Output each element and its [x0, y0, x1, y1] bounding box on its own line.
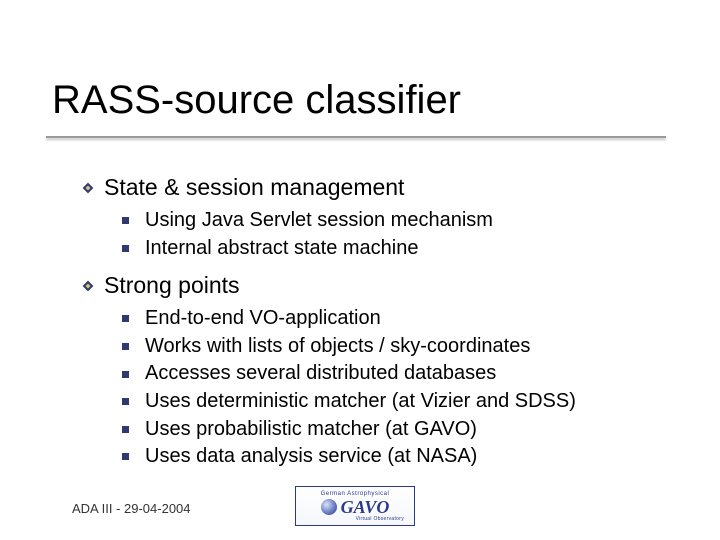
- square-bullet-icon: [122, 453, 129, 460]
- list-item: Works with lists of objects / sky-coordi…: [122, 333, 682, 361]
- list-item-text: End-to-end VO-application: [145, 305, 381, 333]
- list-item-text: Internal abstract state machine: [145, 235, 418, 263]
- footer-text: ADA III - 29-04-2004: [72, 501, 191, 516]
- square-bullet-icon: [122, 426, 129, 433]
- section-state-session: State & session management Using Java Se…: [82, 174, 682, 262]
- list-item: End-to-end VO-application: [122, 305, 682, 333]
- square-bullet-icon: [122, 343, 129, 350]
- globe-icon: [321, 499, 337, 515]
- square-bullet-icon: [122, 371, 129, 378]
- list-item-text: Uses data analysis service (at NASA): [145, 443, 477, 471]
- list-item: Accesses several distributed databases: [122, 360, 682, 388]
- diamond-bullet-icon: [82, 280, 94, 292]
- logo-main-row: GAVO: [321, 498, 390, 516]
- logo-top-text: German Astrophysical: [321, 491, 390, 497]
- section-header-text: State & session management: [104, 174, 404, 201]
- list-item: Using Java Servlet session mechanism: [122, 207, 682, 235]
- sub-list: Using Java Servlet session mechanism Int…: [122, 207, 682, 262]
- title-underline: [46, 136, 666, 138]
- list-item-text: Works with lists of objects / sky-coordi…: [145, 333, 530, 361]
- diamond-bullet-icon: [82, 182, 94, 194]
- list-item: Uses data analysis service (at NASA): [122, 443, 682, 471]
- sub-list: End-to-end VO-application Works with lis…: [122, 305, 682, 471]
- list-item: Uses probabilistic matcher (at GAVO): [122, 416, 682, 444]
- list-item-text: Using Java Servlet session mechanism: [145, 207, 493, 235]
- gavo-logo: German Astrophysical GAVO Virtual Observ…: [295, 486, 415, 526]
- slide: RASS-source classifier State & session m…: [0, 0, 720, 540]
- logo-sub-text: Virtual Observatory: [356, 517, 404, 522]
- square-bullet-icon: [122, 315, 129, 322]
- section-strong-points: Strong points End-to-end VO-application …: [82, 272, 682, 471]
- section-header: State & session management: [82, 174, 682, 201]
- list-item-text: Uses deterministic matcher (at Vizier an…: [145, 388, 576, 416]
- square-bullet-icon: [122, 217, 129, 224]
- section-header-text: Strong points: [104, 272, 240, 299]
- list-item: Uses deterministic matcher (at Vizier an…: [122, 388, 682, 416]
- logo-main-text: GAVO: [341, 498, 390, 516]
- slide-body: State & session management Using Java Se…: [82, 174, 682, 477]
- list-item-text: Uses probabilistic matcher (at GAVO): [145, 416, 477, 444]
- slide-title: RASS-source classifier: [52, 78, 461, 123]
- list-item-text: Accesses several distributed databases: [145, 360, 496, 388]
- square-bullet-icon: [122, 398, 129, 405]
- list-item: Internal abstract state machine: [122, 235, 682, 263]
- section-header: Strong points: [82, 272, 682, 299]
- square-bullet-icon: [122, 245, 129, 252]
